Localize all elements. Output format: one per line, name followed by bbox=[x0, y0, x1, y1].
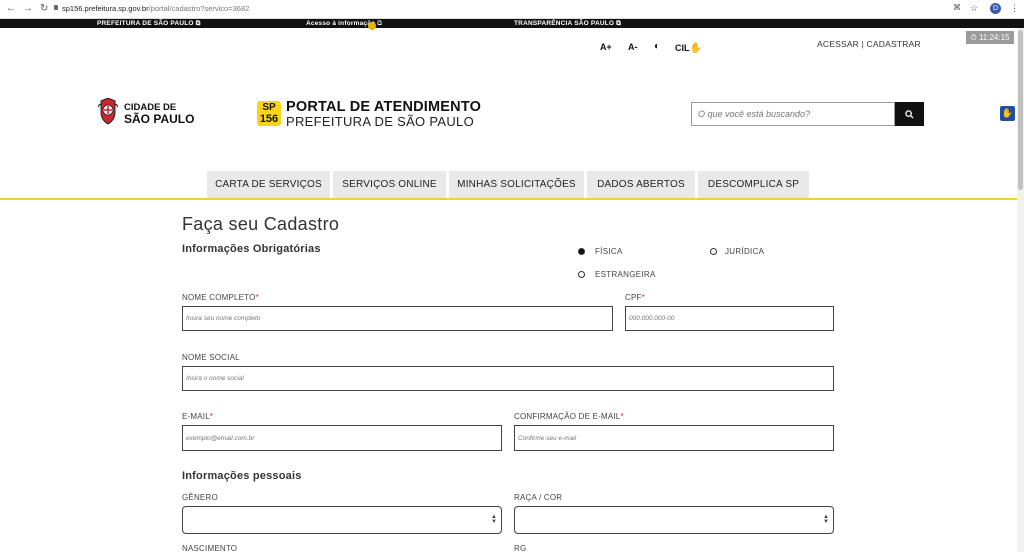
nome-social-input[interactable] bbox=[182, 366, 834, 391]
cpf-label: CPF* bbox=[625, 293, 645, 302]
translate-icon[interactable]: ⌘ bbox=[953, 3, 961, 12]
select-arrows-icon: ▲ ▼ bbox=[491, 514, 497, 525]
raca-cor-select[interactable]: ▲ ▼ bbox=[514, 506, 834, 534]
menu-carta-de-servicos[interactable]: CARTA DE SERVIÇOS bbox=[207, 171, 330, 198]
portal-title: PORTAL DE ATENDIMENTO bbox=[286, 99, 482, 115]
radio-fisica-label: FÍSICA bbox=[595, 247, 623, 256]
genero-label: GÊNERO bbox=[182, 493, 218, 502]
email-label: E-MAIL* bbox=[182, 412, 214, 421]
email-confirmation-input[interactable] bbox=[514, 425, 834, 451]
menu-minhas-solicitacoes[interactable]: MINHAS SOLICITAÇÕES bbox=[449, 171, 584, 198]
radio-estrangeira-label: ESTRANGEIRA bbox=[595, 270, 656, 279]
radio-juridica-label: JURÍDICA bbox=[725, 247, 765, 256]
raca-cor-label: RAÇA / COR bbox=[514, 493, 563, 502]
reload-icon[interactable]: ↻ bbox=[40, 3, 48, 14]
search-input[interactable] bbox=[691, 102, 895, 126]
radio-juridica[interactable] bbox=[710, 248, 717, 255]
genero-select[interactable]: ▲ ▼ bbox=[182, 506, 502, 534]
portal-subtitle: PREFEITURA DE SÃO PAULO bbox=[286, 114, 474, 129]
gov-link-prefeitura[interactable]: PREFEITURA DE SÃO PAULO ⧉ bbox=[97, 20, 201, 28]
city-logo-text-line1: CIDADE DE bbox=[124, 102, 177, 113]
radio-fisica[interactable] bbox=[578, 248, 585, 255]
sp156-logo[interactable]: SP 156 bbox=[257, 101, 281, 126]
nome-social-label: NOME SOCIAL bbox=[182, 353, 240, 362]
select-arrows-icon: ▲ ▼ bbox=[823, 514, 829, 525]
search-icon bbox=[905, 109, 914, 119]
login-register-link[interactable]: ACESSAR | CADASTRAR bbox=[817, 39, 921, 49]
session-clock: ⏱ 11:24:15 bbox=[966, 31, 1014, 44]
font-increase-button[interactable]: A+ bbox=[600, 42, 612, 52]
vlibras-accessibility-icon[interactable]: ✋ bbox=[1000, 106, 1015, 121]
page-title: Faça seu Cadastro bbox=[182, 214, 340, 234]
menu-dados-abertos[interactable]: DADOS ABERTOS bbox=[587, 171, 695, 198]
gov-bar: PREFEITURA DE SÃO PAULO ⧉ Acesso à infor… bbox=[0, 19, 1024, 30]
city-coat-of-arms-logo bbox=[98, 98, 118, 125]
required-info-heading: Informações Obrigatórias bbox=[182, 243, 321, 255]
back-icon[interactable]: ← bbox=[6, 3, 16, 14]
email-input[interactable] bbox=[182, 425, 502, 451]
profile-avatar[interactable]: D bbox=[990, 3, 1001, 14]
menu-servicos-online[interactable]: SERVIÇOS ONLINE bbox=[333, 171, 446, 198]
browser-menu-icon[interactable]: ⋮ bbox=[1010, 3, 1019, 14]
font-decrease-button[interactable]: A- bbox=[628, 42, 638, 52]
sp156-logo-156: 156 bbox=[259, 113, 279, 125]
email-confirmation-label: CONFIRMAÇÃO DE E-MAIL* bbox=[514, 412, 624, 421]
search-button[interactable] bbox=[895, 102, 924, 126]
nome-completo-input[interactable] bbox=[182, 306, 613, 331]
cil-button[interactable]: CIL✋ bbox=[675, 39, 702, 54]
gov-link-transparencia[interactable]: TRANSPARÊNCIA SÃO PAULO ⧉ bbox=[514, 20, 621, 28]
address-bar[interactable]: sp156.prefeitura.sp.gov.br/portal/cadast… bbox=[62, 4, 249, 13]
contrast-icon[interactable]: ◐ bbox=[654, 41, 660, 52]
menu-descomplica-sp[interactable]: DESCOMPLICA SP bbox=[698, 171, 809, 198]
radio-estrangeira[interactable] bbox=[578, 271, 585, 278]
city-logo-text-line2: SÃO PAULO bbox=[124, 112, 195, 126]
nome-completo-label: NOME COMPLETO* bbox=[182, 293, 259, 302]
bookmark-star-icon[interactable]: ☆ bbox=[970, 3, 978, 14]
scrollbar-thumb[interactable] bbox=[1018, 30, 1023, 190]
browser-toolbar: ← → ↻ sp156.prefeitura.sp.gov.br/portal/… bbox=[0, 0, 1024, 19]
cpf-input[interactable] bbox=[625, 306, 834, 331]
lock-icon bbox=[54, 5, 58, 10]
forward-icon[interactable]: → bbox=[23, 3, 33, 14]
menu-accent-line bbox=[0, 198, 1017, 200]
info-badge-icon bbox=[368, 22, 376, 30]
url-path: /portal/cadastro?servico=3682 bbox=[148, 4, 250, 13]
personal-info-heading: Informações pessoais bbox=[182, 470, 302, 482]
url-host: sp156.prefeitura.sp.gov.br bbox=[62, 4, 149, 13]
sp156-logo-sp: SP bbox=[262, 102, 276, 113]
